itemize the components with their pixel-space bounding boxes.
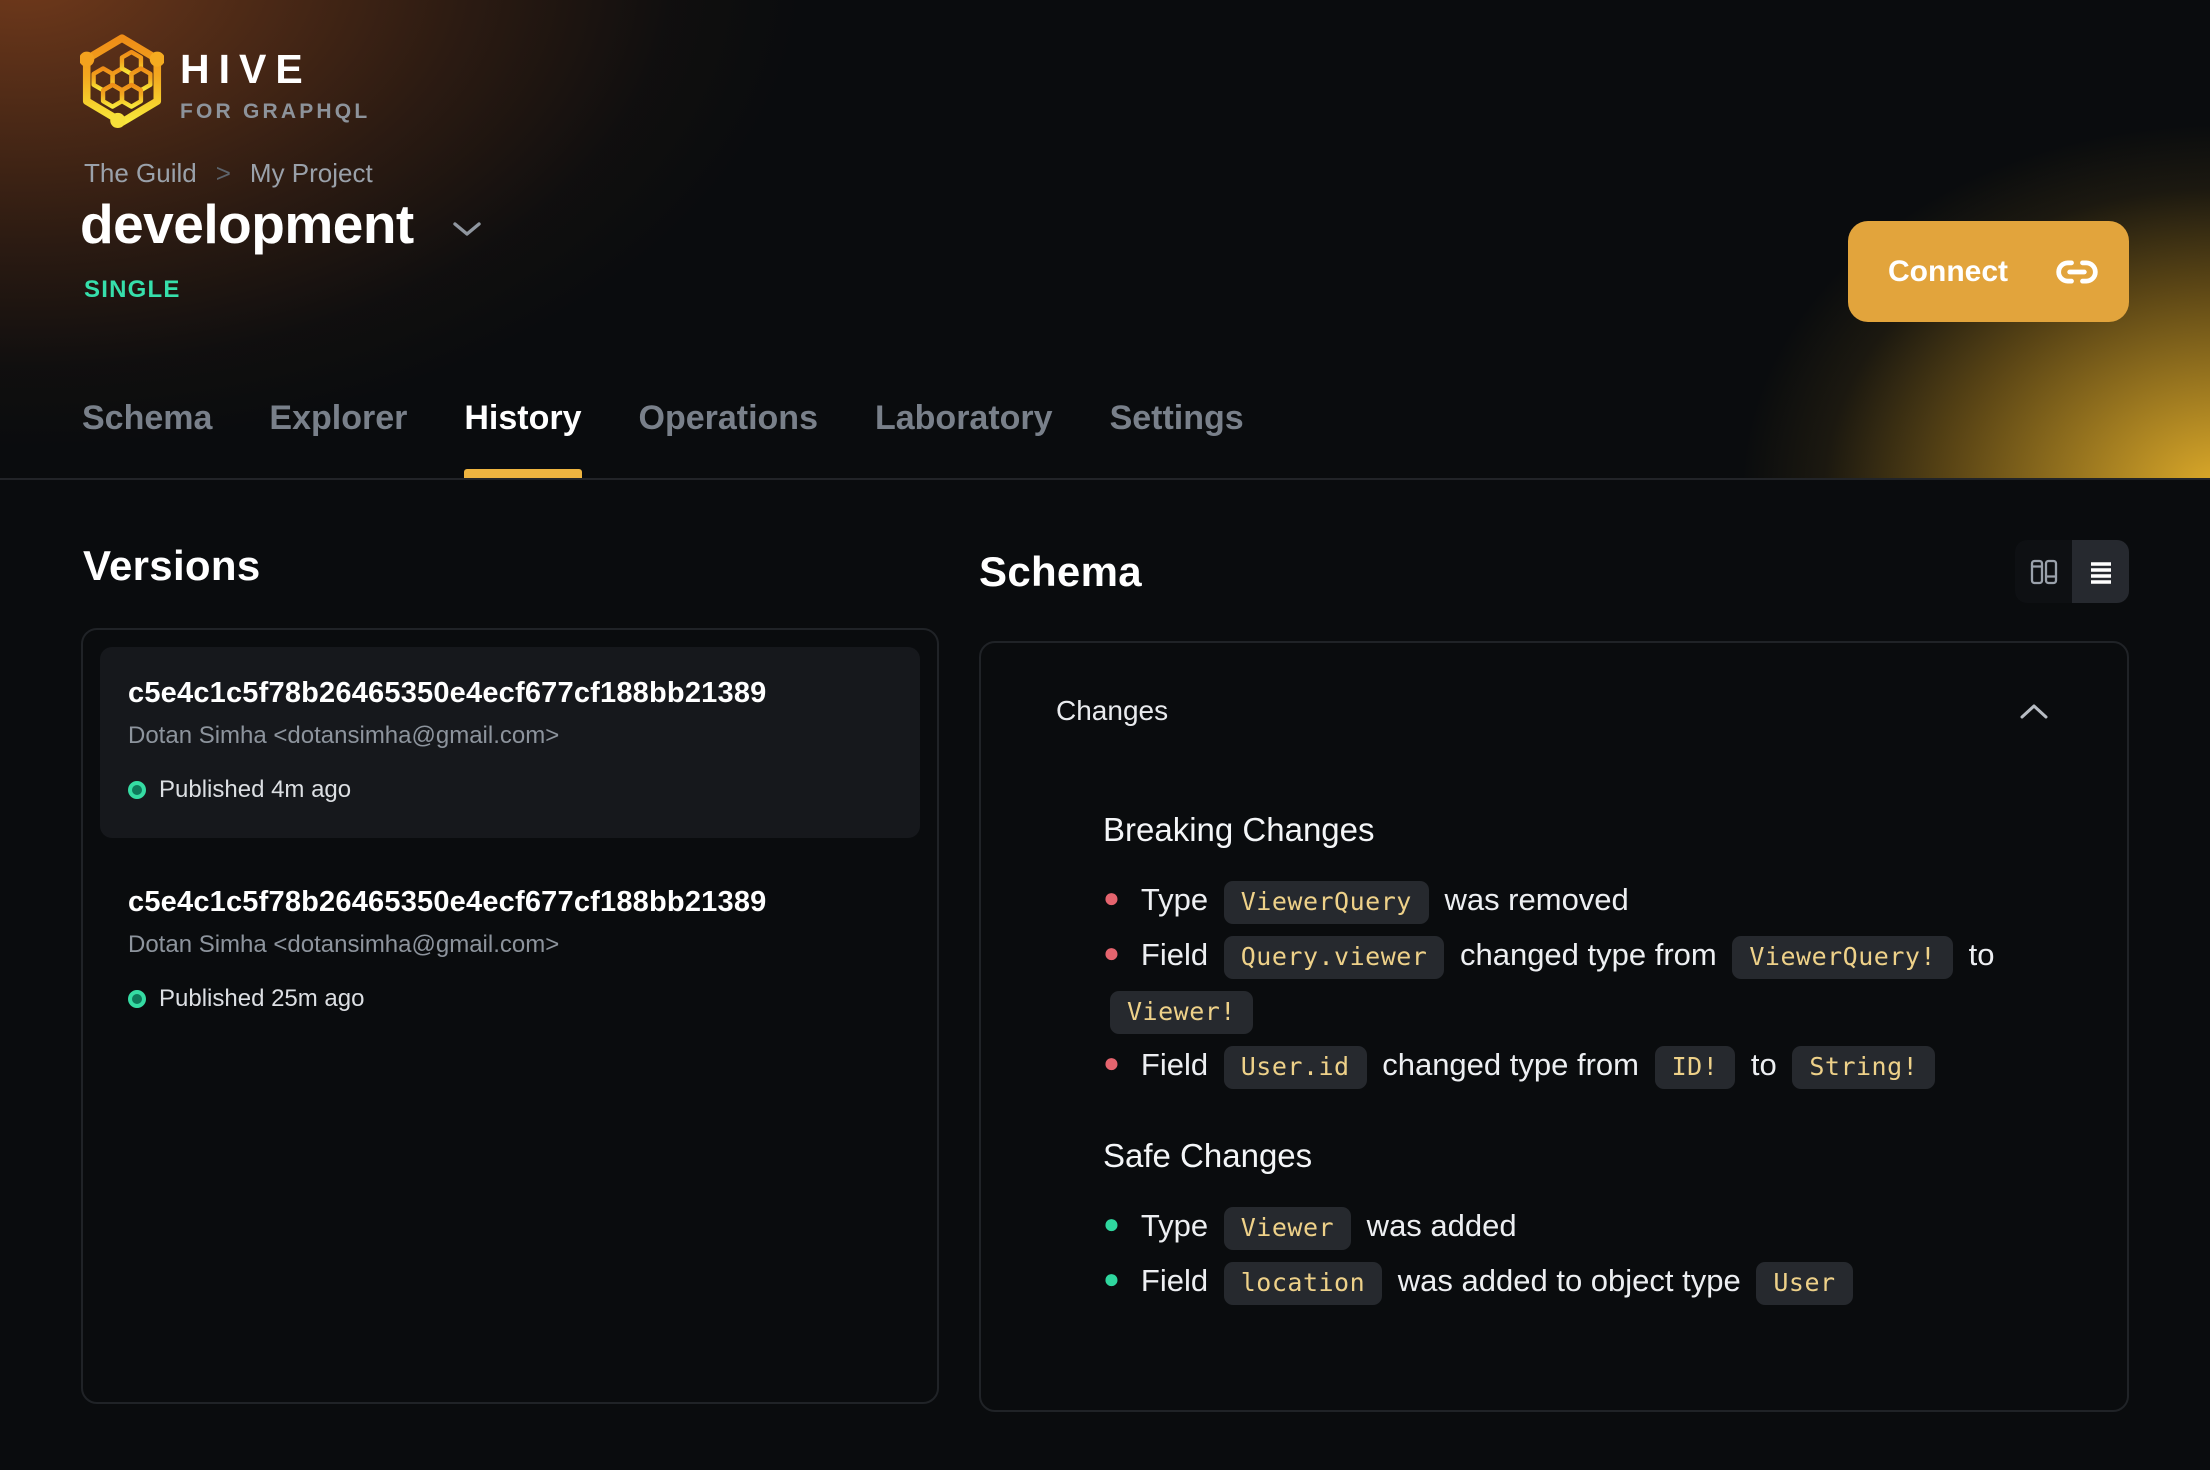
header: HIVE FOR GRAPHQL The Guild > My Project … [0,0,2210,480]
schema-header-row: Schema [979,540,2129,603]
brand: HIVE FOR GRAPHQL [180,46,370,124]
version-hash: c5e4c1c5f78b26465350e4ecf677cf188bb21389 [128,886,767,918]
version-status: Published 4m ago [159,776,352,803]
breadcrumb-project[interactable]: My Project [250,158,373,189]
connect-button[interactable]: Connect [1848,221,2129,322]
breadcrumb-separator-icon: > [215,158,231,188]
versions-column: Versions c5e4c1c5f78b26465350e4ecf677cf1… [81,480,939,1412]
bullet-icon: ● [1103,882,1120,913]
tab-operations[interactable]: Operations [639,399,818,478]
hive-dashboard: HIVE FOR GRAPHQL The Guild > My Project … [0,0,2210,1470]
versions-list: c5e4c1c5f78b26465350e4ecf677cf188bb21389… [81,628,939,1404]
tab-history[interactable]: History [464,399,582,478]
breaking-changes-section: Breaking Changes ● Type ViewerQuery was re… [1103,811,2035,1093]
section-title: Safe Changes [1103,1137,1313,1174]
version-status-row: Published 25m ago [128,985,892,1013]
bullet-icon: ● [1103,1263,1120,1294]
breadcrumb-org[interactable]: The Guild [84,158,197,189]
list-view-button[interactable] [2072,540,2129,603]
target-mode-badge: SINGLE [84,276,181,303]
tab-schema[interactable]: Schema [82,399,212,478]
schema-column: Schema Changes Breaking Changes ● Type V… [979,480,2129,1412]
code-badge: Viewer! [1110,991,1253,1034]
code-badge: ViewerQuery [1223,881,1429,924]
list-rows-icon [2090,561,2111,584]
code-badge: User.id [1223,1046,1367,1089]
breadcrumb: The Guild > My Project [84,158,373,189]
columns-view-button[interactable] [2015,540,2072,603]
connect-button-label: Connect [1888,254,2008,288]
bullet-icon: ● [1103,1208,1120,1239]
change-item: ● Type ViewerQuery was removed [1103,873,2035,928]
change-list: ● Type ViewerQuery was removed ● Field Quer… [1103,873,2035,1093]
version-status-row: Published 4m ago [128,776,892,804]
version-author: Dotan Simha <dotansimha@gmail.com> [128,722,560,749]
change-item: ● Field location was added to object type… [1103,1254,2035,1309]
page-title: development [80,193,414,255]
safe-changes-section: Safe Changes ● Type Viewer was added ● Field… [1103,1137,2035,1309]
tab-explorer[interactable]: Explorer [269,399,407,478]
published-dot-icon [128,990,146,1008]
change-list: ● Type Viewer was added ● Field location wa… [1103,1199,2035,1309]
link-icon [2056,259,2098,284]
view-mode-toggle [2015,540,2129,603]
section-title: Breaking Changes [1103,811,1375,848]
version-hash: c5e4c1c5f78b26465350e4ecf677cf188bb21389 [128,677,767,709]
change-item: ● Type Viewer was added [1103,1199,2035,1254]
version-list-item[interactable]: c5e4c1c5f78b26465350e4ecf677cf188bb21389… [100,856,920,1047]
brand-tagline: FOR GRAPHQL [180,100,371,123]
change-item: ● Field Query.viewer changed type from Vi… [1103,928,2035,1038]
code-badge: User [1756,1262,1853,1305]
code-badge: ViewerQuery! [1732,936,1953,979]
tab-bar: Schema Explorer History Operations Laborator… [82,399,1244,478]
code-badge: String! [1792,1046,1936,1089]
code-badge: location [1223,1262,1383,1305]
changes-panel: Changes Breaking Changes ● Type ViewerQuer… [979,641,2129,1412]
schema-heading: Schema [979,547,1142,595]
bullet-icon: ● [1103,937,1120,968]
columns-layout-icon [2030,559,2057,584]
version-author: Dotan Simha <dotansimha@gmail.com> [128,931,560,958]
changes-label: Changes [1056,695,1169,726]
main-content: Versions c5e4c1c5f78b26465350e4ecf677cf1… [0,480,2210,1412]
target-title-row: development [80,192,482,256]
bullet-icon: ● [1103,1047,1120,1078]
code-badge: ID! [1654,1046,1736,1089]
versions-heading: Versions [83,542,261,589]
version-status: Published 25m ago [159,985,365,1012]
changes-collapse-header[interactable]: Changes [981,643,2127,727]
changes-body: Breaking Changes ● Type ViewerQuery was re… [1103,811,2035,1309]
tab-laboratory[interactable]: Laboratory [875,399,1053,478]
chevron-up-icon [2020,704,2048,719]
code-badge: Query.viewer [1223,936,1445,979]
version-list-item[interactable]: c5e4c1c5f78b26465350e4ecf677cf188bb21389… [100,647,920,838]
code-badge: Viewer [1223,1207,1352,1250]
collapse-button[interactable] [2019,702,2049,720]
target-switcher-button[interactable] [452,220,482,238]
published-dot-icon [128,781,146,799]
hive-logo-icon [80,34,164,129]
brand-name: HIVE [180,46,312,92]
change-item: ● Field User.id changed type from ID! to … [1103,1038,2035,1093]
chevron-down-icon [453,222,481,236]
tab-settings[interactable]: Settings [1110,399,1244,478]
